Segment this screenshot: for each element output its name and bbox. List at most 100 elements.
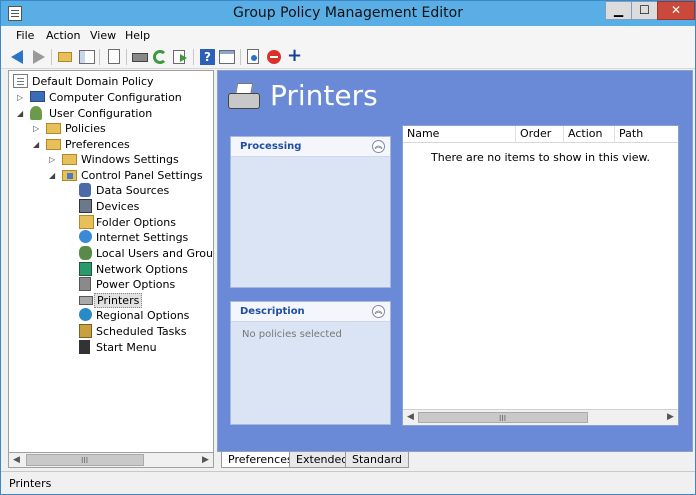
computer-icon — [30, 91, 45, 102]
print-icon[interactable] — [131, 48, 149, 66]
minimize-button[interactable]: ▁ — [605, 1, 632, 20]
back-arrow-icon[interactable] — [9, 48, 27, 66]
scheduled-tasks-icon — [79, 324, 92, 338]
folder-icon — [46, 123, 61, 134]
description-panel-title: Description — [240, 306, 305, 317]
description-panel-header[interactable]: Description ︽ — [231, 302, 390, 322]
menu-view[interactable]: View — [90, 29, 116, 42]
export-list-icon[interactable] — [171, 48, 189, 66]
collapse-arrow-icon[interactable]: ◢ — [49, 169, 58, 182]
scroll-thumb[interactable]: III — [26, 454, 144, 466]
processing-panel-title: Processing — [240, 141, 302, 152]
collapse-arrow-icon[interactable]: ◢ — [17, 107, 26, 120]
menu-bar: File Action View Help — [1, 26, 695, 45]
column-header-path[interactable]: Path — [615, 126, 678, 143]
start-menu-icon — [79, 340, 90, 354]
tree-item-label: Local Users and Groups — [96, 247, 214, 260]
local-users-icon — [79, 246, 92, 260]
expand-arrow-icon[interactable]: ▷ — [17, 91, 26, 104]
tree-item-label: Regional Options — [96, 309, 190, 322]
scroll-right-icon[interactable]: ▶ — [663, 410, 678, 424]
expand-arrow-icon[interactable]: ▷ — [49, 153, 58, 166]
tree-item-label: Data Sources — [96, 184, 170, 197]
scroll-grip: III — [499, 414, 507, 423]
processing-panel: Processing ︽ — [230, 136, 391, 288]
description-panel: Description ︽ No policies selected — [230, 301, 391, 425]
list-header: Name Order Action Path — [403, 126, 678, 143]
policy-document-icon — [13, 74, 28, 88]
tree-item-label: Preferences — [65, 138, 130, 151]
data-sources-icon — [79, 183, 91, 197]
tree-item-label: Network Options — [96, 263, 188, 276]
tree-item-label: Default Domain Policy — [32, 75, 154, 88]
tree-item-label: Printers — [94, 293, 143, 308]
toolbar-separator — [240, 49, 241, 65]
toolbar: ? + — [1, 45, 695, 69]
menu-action[interactable]: Action — [46, 29, 80, 42]
scroll-left-icon[interactable]: ◀ — [403, 410, 418, 424]
details-pane: Printers Processing ︽ Description ︽ No p… — [217, 70, 693, 452]
tree-horizontal-scrollbar[interactable]: ◀ III ▶ — [8, 452, 214, 468]
expand-arrow-icon[interactable]: ▷ — [33, 122, 42, 135]
view-tabs: Preferences Extended Standard — [217, 452, 693, 469]
toolbar-separator — [51, 49, 52, 65]
tree-item-label: Internet Settings — [96, 231, 189, 244]
tree-item-label: Power Options — [96, 278, 176, 291]
collapse-chevron-icon[interactable]: ︽ — [372, 140, 385, 153]
menu-help[interactable]: Help — [125, 29, 150, 42]
tree-item-label: Start Menu — [96, 341, 157, 354]
scroll-left-icon[interactable]: ◀ — [9, 453, 24, 467]
close-button[interactable]: ✕ — [657, 1, 695, 20]
empty-list-message: There are no items to show in this view. — [431, 151, 650, 164]
forward-arrow-icon[interactable] — [29, 48, 47, 66]
tree-item-label: User Configuration — [49, 107, 153, 120]
folder-icon — [46, 139, 61, 150]
refresh-icon[interactable] — [151, 48, 169, 66]
internet-settings-icon — [79, 230, 92, 243]
status-text: Printers — [9, 477, 52, 490]
tree-item-label: Control Panel Settings — [81, 169, 203, 182]
network-options-icon — [79, 262, 92, 276]
maximize-button[interactable]: ☐ — [631, 1, 658, 20]
control-panel-folder-icon — [62, 170, 77, 181]
list-horizontal-scrollbar[interactable]: ◀ III ▶ — [403, 409, 678, 425]
scroll-grip: III — [81, 456, 89, 465]
tree-item-label: Windows Settings — [81, 153, 179, 166]
tab-preferences[interactable]: Preferences — [221, 452, 300, 468]
page-title: Printers — [270, 79, 378, 112]
folder-options-icon — [79, 215, 94, 229]
toolbar-separator — [193, 49, 194, 65]
column-header-name[interactable]: Name — [403, 126, 516, 143]
help-icon[interactable]: ? — [198, 48, 216, 66]
user-icon — [30, 106, 42, 120]
show-hide-tree-icon[interactable] — [78, 48, 96, 66]
properties-icon[interactable] — [105, 48, 123, 66]
folder-icon — [62, 154, 77, 165]
stop-icon[interactable] — [265, 48, 283, 66]
toolbar-separator — [126, 49, 127, 65]
column-header-order[interactable]: Order — [516, 126, 564, 143]
tab-standard[interactable]: Standard — [345, 452, 410, 468]
menu-file[interactable]: File — [16, 29, 34, 42]
tree-item-label: Devices — [96, 200, 140, 213]
printers-list-view[interactable]: Name Order Action Path There are no item… — [402, 125, 679, 426]
scroll-thumb[interactable]: III — [418, 412, 588, 423]
show-hide-action-pane-icon[interactable] — [218, 48, 236, 66]
description-text: No policies selected — [242, 329, 342, 340]
printer-icon — [79, 296, 93, 305]
tree-item-label: Policies — [65, 122, 106, 135]
collapse-arrow-icon[interactable]: ◢ — [33, 138, 42, 151]
devices-icon — [79, 199, 92, 213]
new-item-icon[interactable] — [245, 48, 263, 66]
gpme-window: Group Policy Management Editor ▁ ☐ ✕ Fil… — [0, 0, 696, 495]
up-folder-icon[interactable] — [56, 48, 74, 66]
power-options-icon — [79, 277, 91, 291]
title-bar[interactable]: Group Policy Management Editor ▁ ☐ ✕ — [1, 1, 695, 26]
add-icon[interactable]: + — [285, 47, 303, 66]
column-header-action[interactable]: Action — [564, 126, 615, 143]
processing-panel-header[interactable]: Processing ︽ — [231, 137, 390, 157]
tree-item-label: Folder Options — [96, 216, 176, 229]
collapse-chevron-icon[interactable]: ︽ — [372, 305, 385, 318]
console-tree[interactable]: Default Domain Policy ▷ Computer Configu… — [8, 70, 214, 468]
scroll-right-icon[interactable]: ▶ — [198, 453, 213, 467]
